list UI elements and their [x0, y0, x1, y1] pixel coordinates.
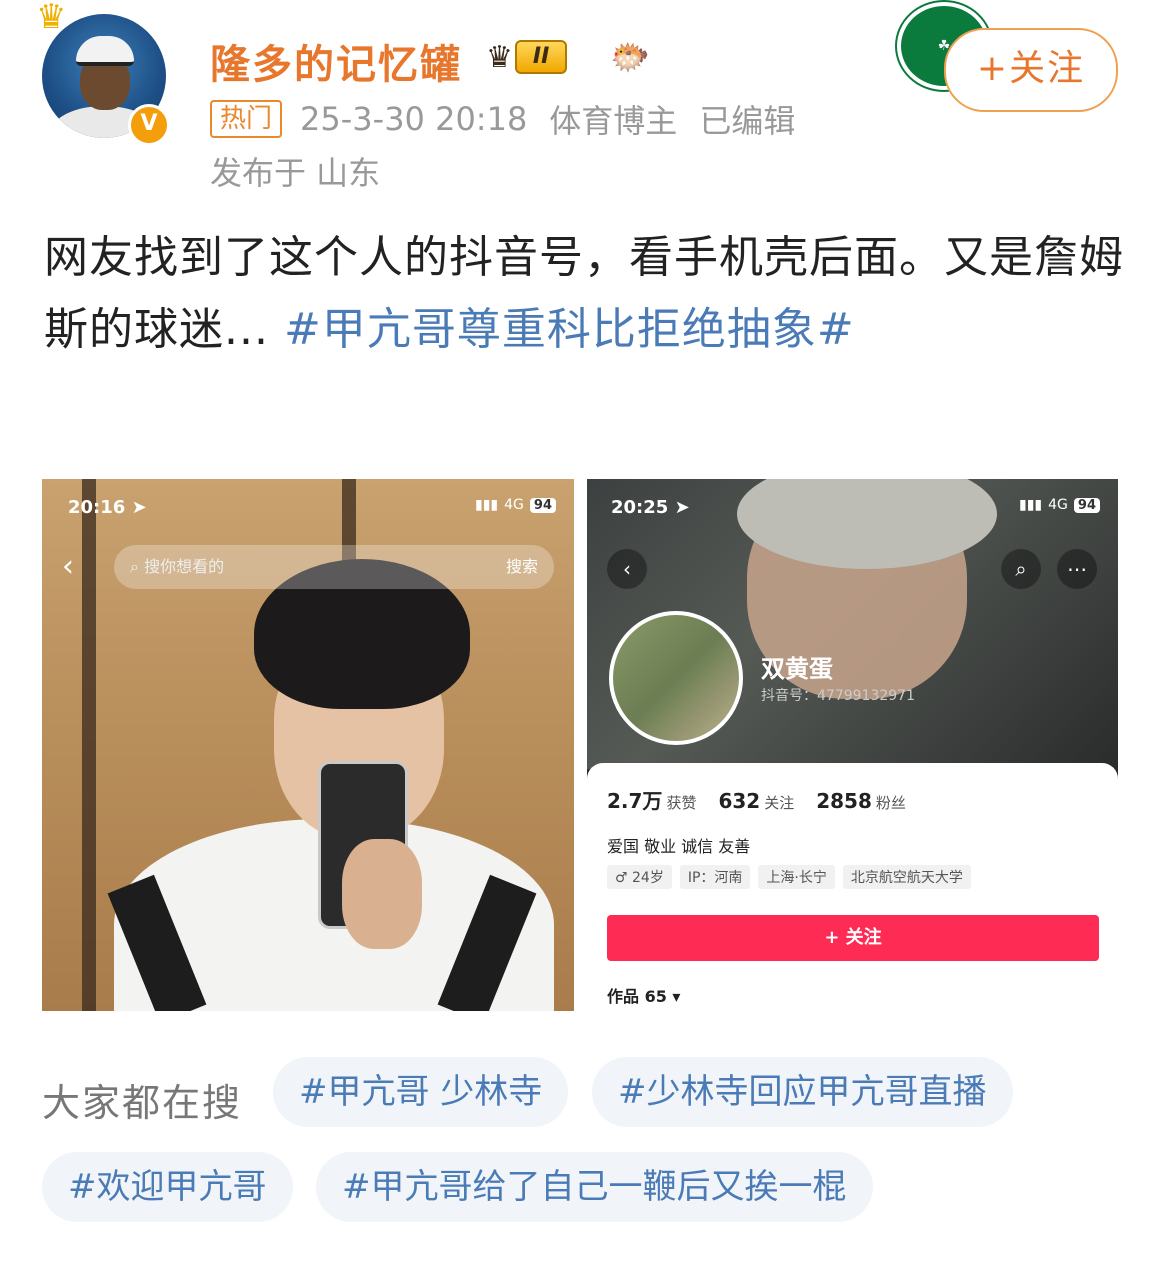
search-tag[interactable]: #欢迎甲亢哥 — [42, 1152, 293, 1222]
image-right[interactable]: 20:25 ➤ ▮▮▮ 4G 94 ‹ ⌕ ⋯ 双黄蛋 抖音号：47799132… — [587, 479, 1118, 1011]
battery-icon: 94 — [1073, 497, 1100, 513]
status-indicators: ▮▮▮ 4G 94 — [1019, 497, 1100, 513]
hot-badge: 热门 — [210, 100, 283, 138]
more-icon[interactable]: ⋯ — [1057, 549, 1097, 589]
stat-following[interactable]: 632 关注 — [718, 789, 794, 813]
crown-icon: ♛ — [36, 0, 67, 37]
signal-icon: ▮▮▮ — [1019, 497, 1043, 513]
status-time: 20:25 ➤ — [611, 497, 690, 518]
profile-chip: IP：河南 — [679, 865, 751, 889]
avatar-cap — [76, 36, 134, 66]
mirror-frame — [82, 479, 96, 1011]
profile-card: 2.7万 获赞 632 关注 2858 粉丝 爱国 敬业 诚信 友善 ♂ 24岁 IP… — [587, 763, 1118, 1011]
profile-chips: ♂ 24岁 IP：河南 上海·长宁 北京航空航天大学 — [607, 865, 971, 889]
signal-icon: ▮▮▮ — [475, 497, 499, 513]
search-tag[interactable]: #甲亢哥给了自己一鞭后又挨一棍 — [316, 1152, 873, 1222]
battery-icon: 94 — [529, 497, 556, 513]
status-indicators: ▮▮▮ 4G 94 — [475, 497, 556, 513]
search-icon: ⌕ — [130, 557, 139, 576]
fish-icon: 🐡 — [610, 38, 650, 76]
rank-crown-icon: ♛ — [486, 39, 513, 75]
post-datetime: 25-3-30 20:18 — [300, 100, 528, 138]
post-location: 发布于 山东 — [210, 154, 381, 192]
hand — [342, 839, 422, 949]
profile-chip: ♂ 24岁 — [607, 865, 672, 889]
topic-link[interactable]: #甲亢哥尊重科比拒绝抽象# — [284, 304, 855, 355]
search-input[interactable]: ⌕ 搜你想看的 搜索 — [114, 545, 554, 589]
stat-likes[interactable]: 2.7万 获赞 — [607, 785, 696, 814]
username[interactable]: 隆多的记忆罐 — [210, 32, 462, 90]
rank-level: II — [514, 40, 568, 74]
stat-followers[interactable]: 2858 粉丝 — [816, 789, 906, 813]
profile-chip: 北京航空航天大学 — [842, 865, 971, 889]
rank-badge[interactable]: ♛ II — [486, 38, 568, 76]
search-icon[interactable]: ⌕ — [1001, 549, 1041, 589]
profile-bio: 爱国 敬业 诚信 友善 — [607, 837, 751, 856]
author-role: 体育博主 — [549, 102, 678, 140]
image-left[interactable]: 20:16 ➤ ▮▮▮ 4G 94 ‹ ⌕ 搜你想看的 搜索 — [42, 479, 574, 1011]
profile-name: 双黄蛋 — [761, 655, 833, 683]
search-placeholder: 搜你想看的 — [144, 557, 225, 576]
verified-badge-icon: V — [128, 104, 170, 146]
network-label: 4G — [1048, 497, 1068, 513]
profile-follow-button[interactable]: + 关注 — [607, 915, 1099, 961]
search-tag[interactable]: #少林寺回应甲亢哥直播 — [592, 1057, 1013, 1127]
back-icon[interactable]: ‹ — [62, 549, 74, 584]
edited-label[interactable]: 已编辑 — [699, 96, 795, 142]
profile-stats: 2.7万 获赞 632 关注 2858 粉丝 — [607, 785, 906, 814]
search-section-label: 大家都在搜 — [42, 1081, 243, 1125]
follow-button[interactable]: +关注 — [944, 28, 1118, 112]
search-button[interactable]: 搜索 — [506, 545, 538, 589]
profile-avatar[interactable] — [609, 611, 743, 745]
post-body: 网友找到了这个人的抖音号，看手机壳后面。又是詹姆斯的球迷... #甲亢哥尊重科比… — [44, 222, 1124, 366]
network-label: 4G — [504, 497, 524, 513]
works-tab[interactable]: 作品 65 ▾ — [607, 983, 680, 1007]
search-tag[interactable]: #甲亢哥 少林寺 — [273, 1057, 569, 1127]
profile-chip: 上海·长宁 — [758, 865, 835, 889]
profile-id[interactable]: 抖音号：47799132971 — [761, 685, 915, 705]
post-meta: 热门 25-3-30 20:18 体育博主 已编辑 — [210, 98, 795, 140]
status-time: 20:16 ➤ — [68, 497, 147, 518]
back-icon[interactable]: ‹ — [607, 549, 647, 589]
